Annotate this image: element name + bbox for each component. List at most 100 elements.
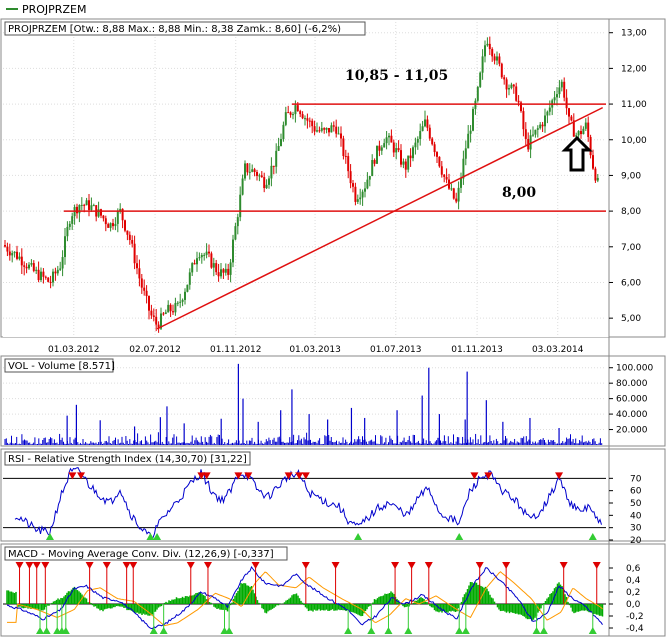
price-candle <box>445 176 448 180</box>
price-candle <box>385 137 388 144</box>
price-candle <box>584 122 587 129</box>
price-y-tick-label: 5,00 <box>621 314 641 324</box>
price-candle <box>424 119 426 127</box>
price-candle <box>467 133 470 149</box>
price-candle <box>366 179 369 189</box>
price-candle <box>304 118 306 120</box>
price-candle <box>284 112 287 125</box>
price-candle <box>138 268 141 279</box>
price-y-tick-label: 12,00 <box>621 64 647 74</box>
price-candle <box>582 128 585 135</box>
price-candle <box>47 277 50 282</box>
price-x-tick-label: 03.03.2014 <box>532 345 584 355</box>
price-candle <box>167 304 170 313</box>
price-candle <box>200 254 203 258</box>
price-candle <box>412 147 414 159</box>
price-candle <box>373 160 376 164</box>
price-candle <box>301 114 304 119</box>
price-candle <box>356 199 359 202</box>
price-candle <box>433 144 436 153</box>
price-candle <box>308 120 311 122</box>
price-candle <box>392 142 395 153</box>
price-candle <box>265 184 268 189</box>
price-candle <box>503 77 506 80</box>
price-candle <box>409 155 412 159</box>
price-candle <box>294 105 297 115</box>
price-candle <box>162 313 165 315</box>
price-candle <box>452 188 455 199</box>
price-candle <box>335 126 338 134</box>
price-candle <box>472 108 474 131</box>
price-y-tick-label: 7,00 <box>621 243 641 253</box>
macd-y-tick-label: -0,4 <box>626 624 644 634</box>
price-candle <box>443 174 446 177</box>
chart-canvas: 5,00 6,00 7,00 8,00 9,00 10,00 11,00 12,00 13,00… <box>0 18 666 637</box>
price-candle <box>457 187 460 202</box>
rsi-y-tick-label: 40 <box>630 511 642 521</box>
price-candle <box>484 45 486 57</box>
price-candle <box>481 56 484 73</box>
price-candle <box>325 127 328 130</box>
price-candle <box>20 256 23 266</box>
price-candle <box>222 269 225 273</box>
price-candle <box>272 165 275 167</box>
price-candle <box>148 296 150 311</box>
price-candle <box>431 138 434 145</box>
price-candle <box>414 142 417 148</box>
price-candle <box>580 131 582 135</box>
price-candle <box>208 251 210 254</box>
price-candle <box>85 200 88 206</box>
price-candle <box>92 205 95 207</box>
price-candle <box>28 264 30 269</box>
price-candle <box>277 145 280 151</box>
price-candle <box>49 281 52 283</box>
price-candle <box>289 112 292 115</box>
price-candle <box>532 134 534 136</box>
price-candle <box>455 198 458 202</box>
price-candle <box>256 172 258 176</box>
rsi-legend: RSI - Relative Strength Index (14,30,70)… <box>8 454 247 465</box>
price-candle <box>404 161 407 170</box>
price-candle <box>395 148 398 153</box>
price-candle <box>232 239 234 263</box>
price-candle <box>450 188 453 190</box>
price-candle <box>104 218 107 225</box>
price-candle <box>193 263 196 265</box>
price-candle <box>510 84 513 89</box>
price-candle <box>128 234 131 240</box>
price-candle <box>116 211 119 224</box>
price-candle <box>32 263 35 271</box>
price-candle <box>426 119 429 128</box>
rsi-y-tick-label: 60 <box>630 487 642 497</box>
macd-y-tick-label: 0,0 <box>626 600 641 610</box>
price-candle <box>260 175 263 178</box>
volume-y-tick-label: 40.000 <box>616 410 648 420</box>
price-candle <box>184 291 186 300</box>
price-candle <box>556 94 558 98</box>
price-candle <box>316 130 318 132</box>
price-y-tick-label: 13,00 <box>621 29 647 39</box>
price-candle <box>280 139 282 146</box>
price-candle <box>474 100 477 109</box>
price-candle <box>6 246 9 252</box>
price-candle <box>536 128 539 130</box>
price-legend: PROJPRZEM [Otw.: 8,88 Max.: 8,88 Min.: 8… <box>8 24 341 35</box>
price-candle <box>239 194 242 218</box>
macd-legend: MACD - Moving Average Conv. Div. (12,26,… <box>8 549 274 560</box>
macd-y-tick-label: 0,2 <box>626 588 640 598</box>
price-candle <box>383 143 386 148</box>
price-candle <box>136 263 138 269</box>
price-candle <box>500 63 503 78</box>
rsi-y-tick-label: 50 <box>630 499 642 509</box>
price-candle <box>188 272 191 285</box>
price-candle <box>107 224 110 228</box>
price-candle <box>512 84 515 87</box>
price-x-tick-label: 02.07.2012 <box>129 345 181 355</box>
price-candle <box>419 131 422 139</box>
rsi-y-tick-label: 20 <box>630 536 642 546</box>
price-candle <box>145 290 148 297</box>
price-candle <box>212 263 215 268</box>
price-candle <box>371 160 374 177</box>
price-candle <box>13 251 16 254</box>
price-candle <box>493 56 496 61</box>
